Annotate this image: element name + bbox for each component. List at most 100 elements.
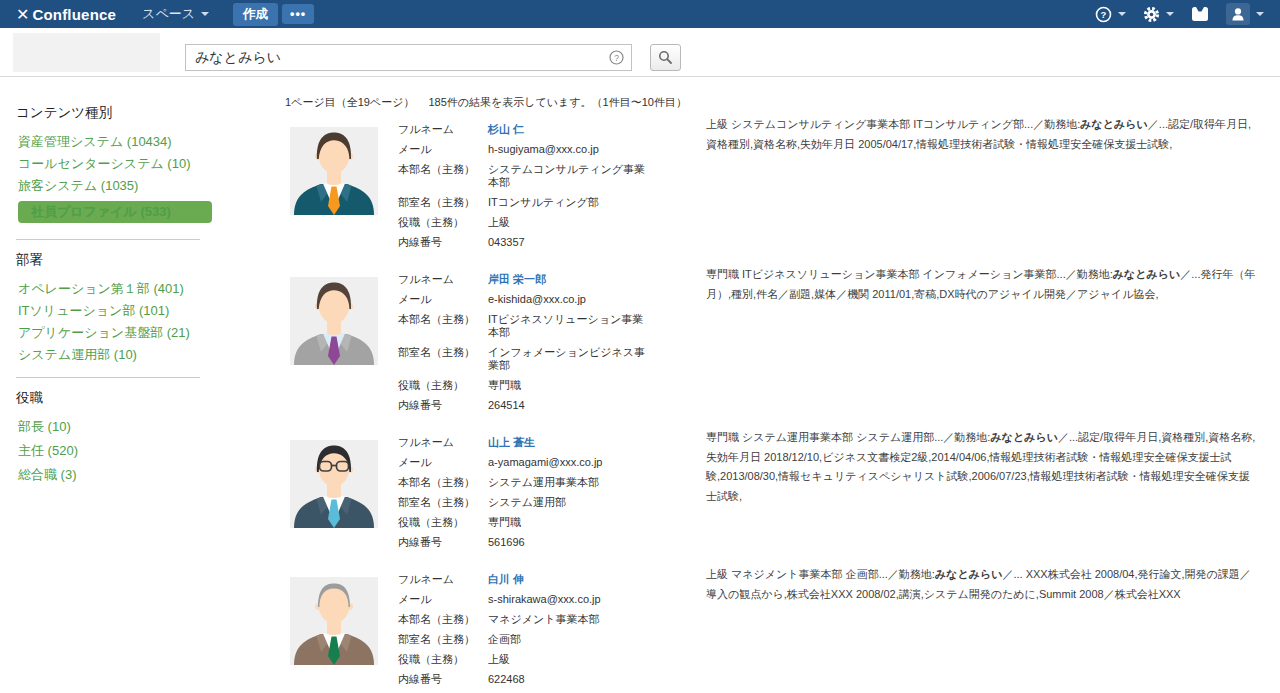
profile-photo[interactable] (290, 440, 378, 528)
profile-email: a-yamagami@xxx.co.jp (488, 456, 646, 469)
facet-passenger-system[interactable]: 旅客システム (1035) (18, 179, 212, 192)
field-label: 役職（主務） (398, 516, 488, 529)
user-avatar-icon (1226, 3, 1250, 25)
profile-name-link[interactable]: 山上 蒼生 (488, 436, 646, 449)
notifications-button[interactable] (1187, 4, 1213, 24)
search-icon (658, 50, 673, 65)
confluence-logo-text: Confluence (32, 6, 116, 23)
navbar-right: ? (1091, 1, 1268, 27)
facet-position-shunin[interactable]: 主任 (520) (18, 444, 212, 457)
field-label: フルネーム (398, 273, 488, 286)
field-label: フルネーム (398, 436, 488, 449)
search-term-highlight: みなとみらい (1113, 268, 1181, 280)
profile-name-link[interactable]: 杉山 仁 (488, 123, 646, 136)
result-excerpt: 専門職 ITビジネスソリューション事業本部 インフォメーション事業部...／勤務… (698, 265, 1260, 419)
field-label: フルネーム (398, 573, 488, 586)
field-label: 本部名（主務） (398, 313, 488, 339)
search-help-icon[interactable]: ? (609, 50, 624, 69)
field-label: 役職（主務） (398, 216, 488, 229)
field-label: メール (398, 143, 488, 156)
field-label: メール (398, 293, 488, 306)
profile-email: e-kishida@xxx.co.jp (488, 293, 646, 306)
field-label: 部室名（主務） (398, 496, 488, 509)
result-item: フルネーム白川 伸 メールs-shirakawa@xxx.co.jp 本部名（主… (285, 573, 1260, 693)
facet-it-solution-dept[interactable]: ITソリューション部 (101) (18, 304, 212, 317)
facet-position-bucho[interactable]: 部長 (10) (18, 420, 212, 433)
search-term-highlight: みなとみらい (1080, 118, 1148, 130)
chevron-down-icon (1256, 12, 1264, 16)
field-label: 部室名（主務） (398, 196, 488, 209)
result-item: フルネーム岸田 栄一郎 メールe-kishida@xxx.co.jp 本部名（主… (285, 273, 1260, 419)
profile-department: 企画部 (488, 633, 646, 646)
profile-photo[interactable] (290, 577, 378, 665)
profile-division: マネジメント事業本部 (488, 613, 646, 626)
field-label: メール (398, 593, 488, 606)
profile-title: 上級 (488, 216, 646, 229)
results-summary: 1ページ目（全19ページ） 185件の結果を表示しています。（1件目〜10件目） (285, 96, 1260, 109)
results-count-info: 185件の結果を表示しています。（1件目〜10件目） (428, 96, 687, 109)
facet-group-title-content-type: コンテンツ種別 (16, 104, 212, 122)
result-excerpt: 上級 システムコンサルティング事業本部 ITコンサルティング部...／勤務地:み… (698, 115, 1260, 256)
profile-division: システム運用事業本部 (488, 476, 646, 489)
field-label: 本部名（主務） (398, 613, 488, 626)
result-excerpt: 専門職 システム運用事業本部 システム運用部...／勤務地:みなとみらい／...… (698, 428, 1260, 556)
chevron-down-icon (201, 12, 209, 16)
field-label: 内線番号 (398, 399, 488, 412)
profile-name-link[interactable]: 岸田 栄一郎 (488, 273, 646, 286)
profile-email: s-shirakawa@xxx.co.jp (488, 593, 646, 606)
facet-employee-profile-selected[interactable]: 社員プロファイル (533) (18, 201, 212, 223)
profile-department: システム運用部 (488, 496, 646, 509)
facet-group-title-department: 部署 (16, 251, 212, 269)
field-label: 部室名（主務） (398, 346, 488, 372)
facet-system-ops-dept[interactable]: システム運用部 (10) (18, 348, 212, 361)
help-icon: ? (1095, 6, 1112, 23)
top-navbar: ✕ Confluence スペース 作成 ••• ? (0, 0, 1280, 28)
profile-department: ITコンサルティング部 (488, 196, 646, 209)
profile-division: ITビジネスソリューション事業本部 (488, 313, 646, 339)
user-menu[interactable] (1222, 1, 1268, 27)
title-placeholder-box (13, 33, 160, 72)
settings-menu[interactable] (1139, 4, 1178, 25)
svg-text:?: ? (614, 53, 619, 63)
facet-position-sogoshoku[interactable]: 総合職 (3) (18, 468, 212, 481)
result-excerpt: 上級 マネジメント事業本部 企画部...／勤務地:みなとみらい／... XXX株… (698, 565, 1260, 693)
search-term-highlight: みなとみらい (935, 568, 1003, 580)
help-menu[interactable]: ? (1091, 4, 1130, 25)
result-item: フルネーム杉山 仁 メールh-sugiyama@xxx.co.jp 本部名（主務… (285, 123, 1260, 256)
search-input[interactable] (185, 44, 632, 71)
profile-extension: 622468 (488, 673, 646, 686)
field-label: 内線番号 (398, 536, 488, 549)
facet-operations-dept1[interactable]: オペレーション第１部 (401) (18, 282, 212, 295)
profile-title: 専門職 (488, 379, 646, 392)
profile-photo[interactable] (290, 127, 378, 215)
facet-call-center-system[interactable]: コールセンターシステム (10) (18, 157, 212, 170)
profile-title: 上級 (488, 653, 646, 666)
more-button[interactable]: ••• (282, 4, 314, 24)
sidebar-divider (16, 377, 200, 378)
field-label: 役職（主務） (398, 379, 488, 392)
profile-extension: 264514 (488, 399, 646, 412)
search-button[interactable] (650, 44, 681, 71)
confluence-logo[interactable]: ✕ Confluence (16, 5, 116, 24)
profile-fields: フルネーム山上 蒼生 メールa-yamagami@xxx.co.jp 本部名（主… (398, 436, 698, 556)
field-label: 本部名（主務） (398, 163, 488, 189)
confluence-logo-icon: ✕ (16, 5, 29, 24)
field-label: 役職（主務） (398, 653, 488, 666)
profile-title: 専門職 (488, 516, 646, 529)
facet-app-platform-dept[interactable]: アプリケーション基盤部 (21) (18, 326, 212, 339)
facets-sidebar: コンテンツ種別 資産管理システム (10434) コールセンターシステム (10… (16, 77, 212, 693)
create-button[interactable]: 作成 (233, 3, 278, 26)
sidebar-divider (16, 239, 200, 240)
svg-text:?: ? (1101, 9, 1107, 20)
profile-name-link[interactable]: 白川 伸 (488, 573, 646, 586)
profile-photo[interactable] (290, 277, 378, 365)
chevron-down-icon (1118, 12, 1126, 16)
profile-department: インフォメーションビジネス事業部 (488, 346, 646, 372)
spaces-menu[interactable]: スペース (142, 5, 209, 23)
facet-group-title-position: 役職 (16, 389, 212, 407)
profile-extension: 561696 (488, 536, 646, 549)
facet-asset-mgmt-system[interactable]: 資産管理システム (10434) (18, 135, 212, 148)
profile-fields: フルネーム白川 伸 メールs-shirakawa@xxx.co.jp 本部名（主… (398, 573, 698, 693)
field-label: 部室名（主務） (398, 633, 488, 646)
field-label: 本部名（主務） (398, 476, 488, 489)
